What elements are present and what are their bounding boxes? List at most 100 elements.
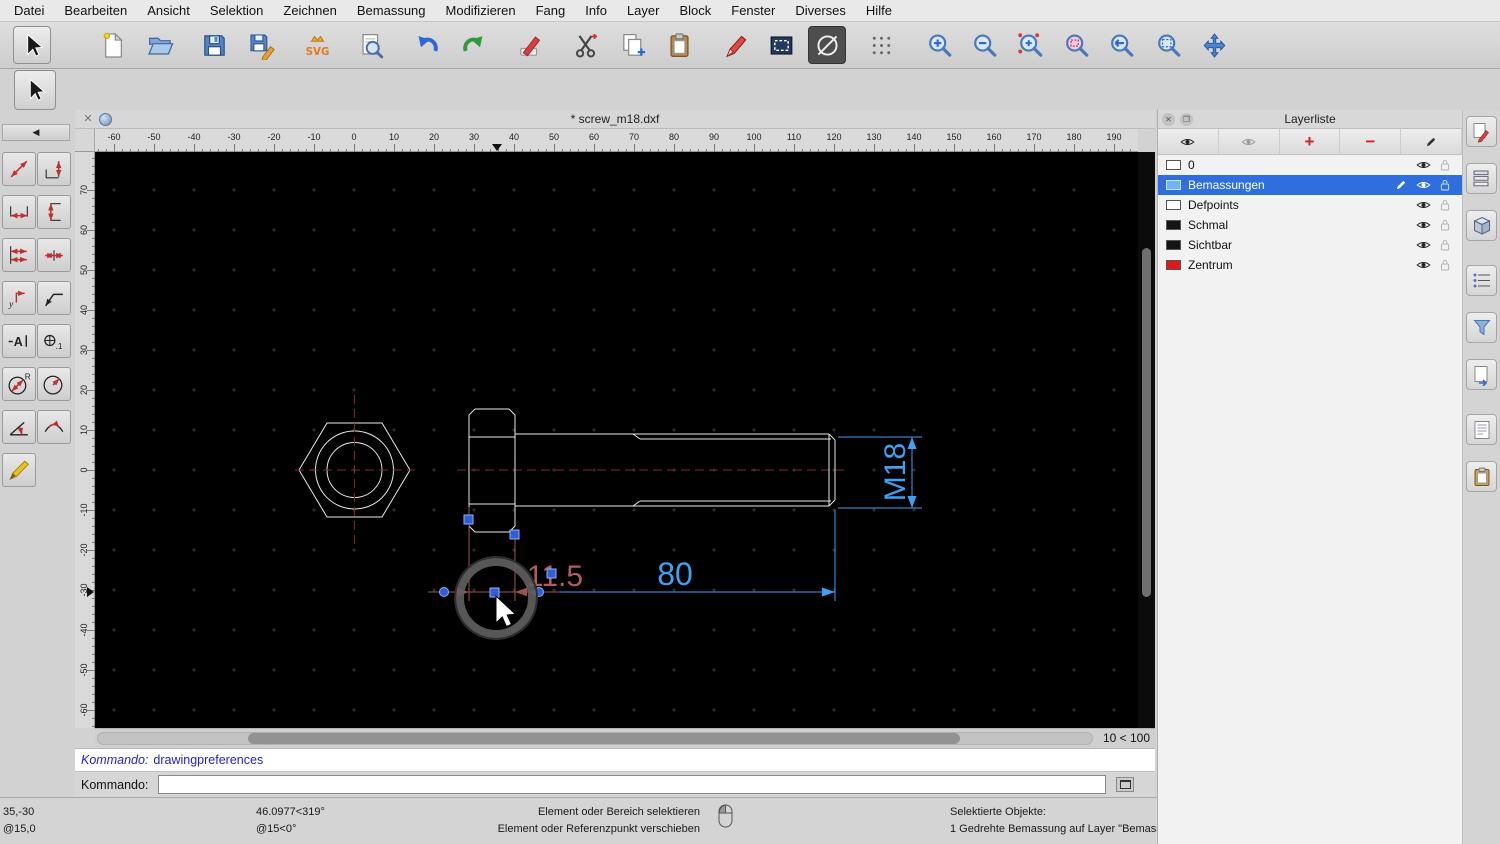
layer-visible-icon[interactable] — [1412, 220, 1434, 230]
layer-row-0[interactable]: 0 — [1158, 155, 1462, 175]
edit-layer-button[interactable] — [1401, 129, 1462, 154]
layer-color-swatch[interactable] — [1166, 260, 1181, 270]
dim-tolerance-button[interactable]: .1 — [37, 324, 71, 358]
layer-row-defpoints[interactable]: Defpoints — [1158, 195, 1462, 215]
palette-back-button[interactable]: ◀ — [2, 124, 70, 141]
dim-angle-button[interactable] — [2, 410, 36, 444]
menu-item-fang[interactable]: Fang — [526, 0, 576, 21]
selection-mode-button[interactable] — [762, 26, 800, 64]
menu-item-layer[interactable]: Layer — [617, 0, 670, 21]
menu-item-ansicht[interactable]: Ansicht — [137, 0, 200, 21]
layer-color-swatch[interactable] — [1166, 220, 1181, 230]
detach-panel-icon[interactable]: ❐ — [1180, 113, 1193, 126]
dim-length-label[interactable]: 80 — [657, 556, 693, 592]
view-list-button[interactable] — [1466, 265, 1497, 296]
layer-color-swatch[interactable] — [1166, 240, 1181, 250]
reset-tool-button[interactable] — [808, 26, 846, 64]
layer-visible-icon[interactable] — [1412, 200, 1434, 210]
layer-lock-icon[interactable] — [1434, 219, 1456, 231]
menu-item-fenster[interactable]: Fenster — [721, 0, 785, 21]
remove-layer-button[interactable]: − — [1340, 129, 1402, 154]
layer-list-button[interactable] — [1466, 163, 1497, 194]
layer-row-zentrum[interactable]: Zentrum — [1158, 255, 1462, 275]
save-button[interactable] — [195, 26, 233, 64]
dim-ordinate-button[interactable]: y — [2, 281, 36, 315]
pointer-tool-button[interactable] — [14, 70, 56, 110]
layer-lock-icon[interactable] — [1434, 239, 1456, 251]
add-layer-button[interactable]: + — [1280, 129, 1341, 154]
layer-visible-icon[interactable] — [1412, 260, 1434, 270]
layer-color-swatch[interactable] — [1166, 200, 1181, 210]
dim-diameter-button[interactable]: R — [2, 367, 36, 401]
layer-lock-icon[interactable] — [1434, 159, 1456, 171]
menu-item-bemassung[interactable]: Bemassung — [347, 0, 436, 21]
cut-button[interactable] — [566, 26, 604, 64]
hide-all-layers-button[interactable] — [1219, 129, 1280, 154]
menu-item-block[interactable]: Block — [669, 0, 721, 21]
centerlines[interactable] — [295, 395, 848, 548]
layer-row-schmal[interactable]: Schmal — [1158, 215, 1462, 235]
undo-button[interactable] — [408, 26, 446, 64]
drawing-canvas[interactable]: 11.5 80 M18 — [95, 152, 1138, 728]
menu-item-zeichnen[interactable]: Zeichnen — [273, 0, 346, 21]
dim-angular-button[interactable]: A — [2, 324, 36, 358]
layer-visible-icon[interactable] — [1412, 240, 1434, 250]
svg-export-button[interactable]: SVG — [298, 26, 336, 64]
dim-thread-label[interactable]: M18 — [879, 443, 912, 501]
library-browser-button[interactable] — [1466, 359, 1497, 390]
zoom-out-button[interactable] — [965, 26, 1003, 64]
horizontal-scrollbar-thumb[interactable] — [248, 733, 960, 744]
command-history-button[interactable] — [1466, 414, 1497, 445]
close-document-icon[interactable]: ✕ — [81, 112, 95, 126]
dim-length-80[interactable] — [560, 510, 836, 601]
layer-lock-icon[interactable] — [1434, 179, 1456, 191]
layer-row-sichtbar[interactable]: Sichtbar — [1158, 235, 1462, 255]
zoom-in-button[interactable] — [920, 26, 958, 64]
drawing-svg[interactable]: 11.5 80 M18 — [95, 152, 1138, 728]
paste-button[interactable] — [660, 26, 698, 64]
menu-item-datei[interactable]: Datei — [4, 0, 54, 21]
redo-button[interactable] — [454, 26, 492, 64]
layer-row-bemassungen[interactable]: Bemassungen — [1158, 175, 1462, 195]
layer-lock-icon[interactable] — [1434, 199, 1456, 211]
selection-filter-button[interactable] — [1466, 312, 1497, 343]
menu-item-hilfe[interactable]: Hilfe — [856, 0, 902, 21]
dim-arc-button[interactable] — [37, 410, 71, 444]
layer-color-swatch[interactable] — [1166, 160, 1181, 170]
layer-visible-icon[interactable] — [1412, 160, 1434, 170]
eraser-button[interactable] — [511, 26, 549, 64]
dim-leader-button[interactable] — [37, 281, 71, 315]
save-as-button[interactable] — [242, 26, 280, 64]
dim-label-button[interactable] — [2, 453, 36, 487]
show-all-layers-button[interactable] — [1158, 129, 1219, 154]
new-file-button[interactable] — [94, 26, 132, 64]
menu-item-selektion[interactable]: Selektion — [200, 0, 273, 21]
command-input[interactable] — [158, 775, 1107, 794]
previous-view-button[interactable] — [1102, 26, 1140, 64]
layer-color-swatch[interactable] — [1166, 180, 1181, 190]
pan-button[interactable] — [1195, 26, 1233, 64]
dim-linear-button[interactable] — [37, 152, 71, 186]
dim-radius-button[interactable] — [37, 367, 71, 401]
menu-item-info[interactable]: Info — [575, 0, 617, 21]
dim-aligned-button[interactable] — [2, 152, 36, 186]
dim-horizontal-button[interactable] — [2, 195, 36, 229]
layer-lock-icon[interactable] — [1434, 259, 1456, 271]
clipboard-panel-button[interactable] — [1466, 461, 1497, 492]
menu-item-modifizieren[interactable]: Modifizieren — [436, 0, 526, 21]
menu-item-diverses[interactable]: Diverses — [785, 0, 856, 21]
block-list-button[interactable] — [1466, 210, 1497, 241]
draw-pen-button[interactable] — [716, 26, 754, 64]
layer-visible-icon[interactable] — [1412, 180, 1434, 190]
close-panel-icon[interactable]: ✕ — [1162, 113, 1175, 126]
auto-zoom-button[interactable] — [1011, 26, 1049, 64]
print-preview-button[interactable] — [352, 26, 390, 64]
edit-layer-icon[interactable] — [1390, 179, 1412, 191]
vertical-scrollbar[interactable] — [1138, 152, 1155, 728]
vertical-scrollbar-thumb[interactable] — [1142, 248, 1151, 597]
menu-item-bearbeiten[interactable]: Bearbeiten — [54, 0, 137, 21]
copy-button[interactable] — [614, 26, 652, 64]
property-editor-button[interactable] — [1466, 116, 1497, 147]
dim-baseline-button[interactable] — [2, 238, 36, 272]
open-file-button[interactable] — [141, 26, 179, 64]
